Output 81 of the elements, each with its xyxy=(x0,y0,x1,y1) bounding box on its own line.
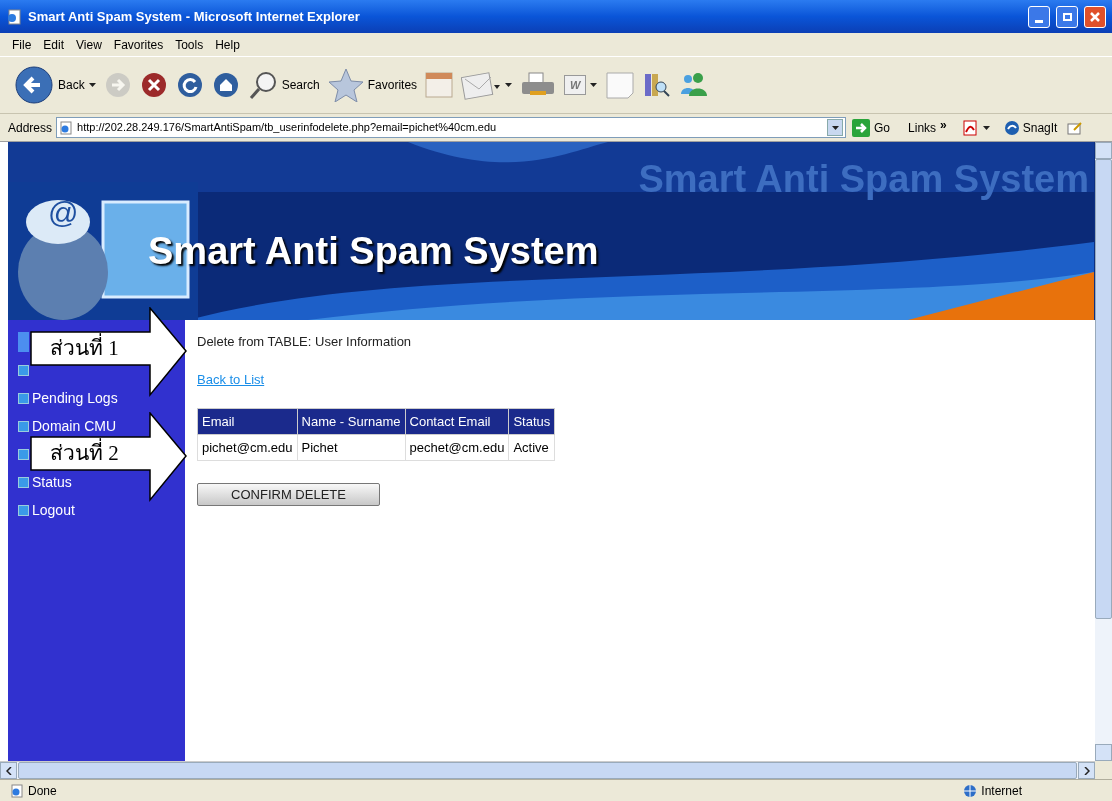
bullet-icon xyxy=(18,364,29,376)
page-heading: Delete from TABLE: User Information xyxy=(197,333,412,351)
address-label: Address xyxy=(8,119,53,137)
toolbar-button[interactable]: Search xyxy=(247,70,320,100)
toolbar-button[interactable]: Favorites xyxy=(327,68,418,102)
at-sign: @ xyxy=(48,198,79,228)
menu-item[interactable]: Tools xyxy=(171,35,208,54)
table-cell: pichet@cm.edu xyxy=(197,434,298,461)
left-chevron-icon xyxy=(5,766,12,775)
restore-icon xyxy=(1062,12,1072,21)
swirl-icon xyxy=(1003,119,1020,136)
minimize-button[interactable] xyxy=(1028,5,1050,28)
more-chevron[interactable]: » xyxy=(940,115,947,134)
people-icon xyxy=(679,72,710,98)
bullet-icon xyxy=(18,392,29,404)
dropdown-caret-icon xyxy=(831,125,839,130)
toolbar-button[interactable] xyxy=(175,71,204,99)
envelope-icon xyxy=(461,69,502,101)
books-magnifier-icon xyxy=(643,71,672,99)
stop-icon xyxy=(139,71,168,99)
address-field[interactable]: http://202.28.249.176/SmartAntiSpam/tb_userinfodelete.php?email=pichet%40cm.edu xyxy=(56,117,847,138)
page-icon xyxy=(59,120,74,135)
bullet-icon xyxy=(18,420,29,432)
restore-button[interactable] xyxy=(1056,5,1078,28)
dropdown-caret-icon xyxy=(88,83,96,87)
note-icon xyxy=(605,70,636,100)
menu-item[interactable]: Edit xyxy=(39,35,69,54)
zone-text: Internet xyxy=(981,782,1022,800)
home-icon xyxy=(211,71,240,99)
menu-item[interactable]: File xyxy=(8,35,36,54)
browser-page-icon xyxy=(6,8,22,25)
callout-label: ส่วนที่ 2 xyxy=(50,440,119,466)
dropdown-caret-icon xyxy=(505,83,513,87)
column-header: Contact Email xyxy=(405,408,509,435)
dropdown-button[interactable] xyxy=(827,119,844,136)
bullet-icon xyxy=(18,476,29,488)
globe-icon xyxy=(963,783,978,798)
go-button[interactable]: Go xyxy=(850,118,893,137)
right-chevron-icon xyxy=(1083,766,1090,775)
callout-label: ส่วนที่ 1 xyxy=(50,335,119,361)
sidebar-item[interactable]: Status xyxy=(18,472,72,492)
sidebar-item[interactable]: Domain CMU xyxy=(18,416,116,436)
dropdown-caret-icon xyxy=(982,125,990,130)
links-button[interactable]: Links xyxy=(908,118,937,137)
calendar-icon xyxy=(425,72,454,98)
menu-item[interactable]: Favorites xyxy=(109,35,168,54)
window-title: Smart Anti Spam System - Microsoft Internet Explorer xyxy=(28,7,360,26)
edit-icon xyxy=(1067,119,1084,136)
vertical-scrollbar[interactable] xyxy=(1095,142,1112,779)
column-header: Status xyxy=(508,408,555,435)
confirm-delete-button[interactable]: CONFIRM DELETE xyxy=(197,483,380,506)
page-icon xyxy=(10,783,24,798)
close-icon xyxy=(1090,11,1100,22)
scroll-up-icon[interactable] xyxy=(1095,142,1112,159)
table-cell: Active xyxy=(508,434,555,461)
sidebar-item[interactable]: Logout xyxy=(18,500,75,520)
status-text: Done xyxy=(28,782,57,800)
back-link[interactable]: Back to List xyxy=(197,369,265,389)
toolbar-button[interactable] xyxy=(211,71,240,99)
search-icon xyxy=(247,70,278,100)
snagit-button[interactable]: SnagIt xyxy=(1003,118,1058,137)
table-cell: Pichet xyxy=(297,434,405,461)
refresh-icon xyxy=(175,71,204,99)
sidebar-item[interactable]: Pending Logs xyxy=(18,388,118,408)
toolbar-button[interactable]: Back xyxy=(14,65,96,105)
toolbar-button[interactable] xyxy=(139,71,168,99)
star-icon xyxy=(327,68,364,102)
scrollbar-thumb[interactable] xyxy=(1095,159,1112,619)
column-header: Email xyxy=(197,408,298,435)
close-button[interactable] xyxy=(1084,5,1106,28)
menu-item[interactable]: View xyxy=(72,35,106,54)
menu-item[interactable]: Help xyxy=(211,35,244,54)
dropdown-caret-icon xyxy=(590,83,598,87)
bullet-icon xyxy=(18,448,29,460)
minimize-icon xyxy=(1035,19,1043,23)
toolbar-button[interactable] xyxy=(643,71,672,99)
column-header: Name - Surname xyxy=(297,408,405,435)
scroll-left-button[interactable] xyxy=(0,762,17,779)
table-cell: pechet@cm.edu xyxy=(405,434,509,461)
bullet-icon xyxy=(18,504,29,516)
scroll-right-button[interactable] xyxy=(1078,762,1095,779)
